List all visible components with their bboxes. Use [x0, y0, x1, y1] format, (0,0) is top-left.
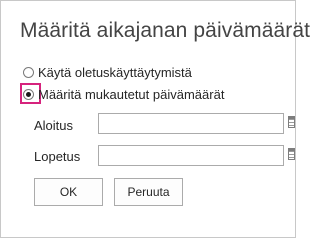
calendar-icon[interactable]: [288, 148, 295, 160]
end-date-label: Lopetus: [34, 149, 81, 164]
start-date-label: Aloitus: [34, 118, 74, 133]
dialog-title: Määritä aikajanan päivämäärät: [20, 19, 311, 42]
ok-button[interactable]: OK: [34, 178, 103, 206]
timeline-dates-dialog: Määritä aikajanan päivämäärät Käytä olet…: [0, 0, 310, 238]
radio-button-default[interactable]: [23, 67, 34, 78]
radio-label-custom: Määritä mukautetut päivämäärät: [38, 87, 225, 102]
radio-custom-dates[interactable]: Määritä mukautetut päivämäärät: [23, 87, 224, 102]
radio-label-default: Käytä oletuskäyttäytymistä: [38, 65, 192, 80]
end-date-input[interactable]: [98, 145, 284, 166]
cancel-button[interactable]: Peruuta: [114, 178, 183, 206]
radio-button-custom[interactable]: [23, 89, 34, 100]
radio-default-behavior[interactable]: Käytä oletuskäyttäytymistä: [23, 65, 192, 80]
calendar-icon[interactable]: [288, 116, 295, 128]
start-date-input[interactable]: [98, 113, 284, 134]
